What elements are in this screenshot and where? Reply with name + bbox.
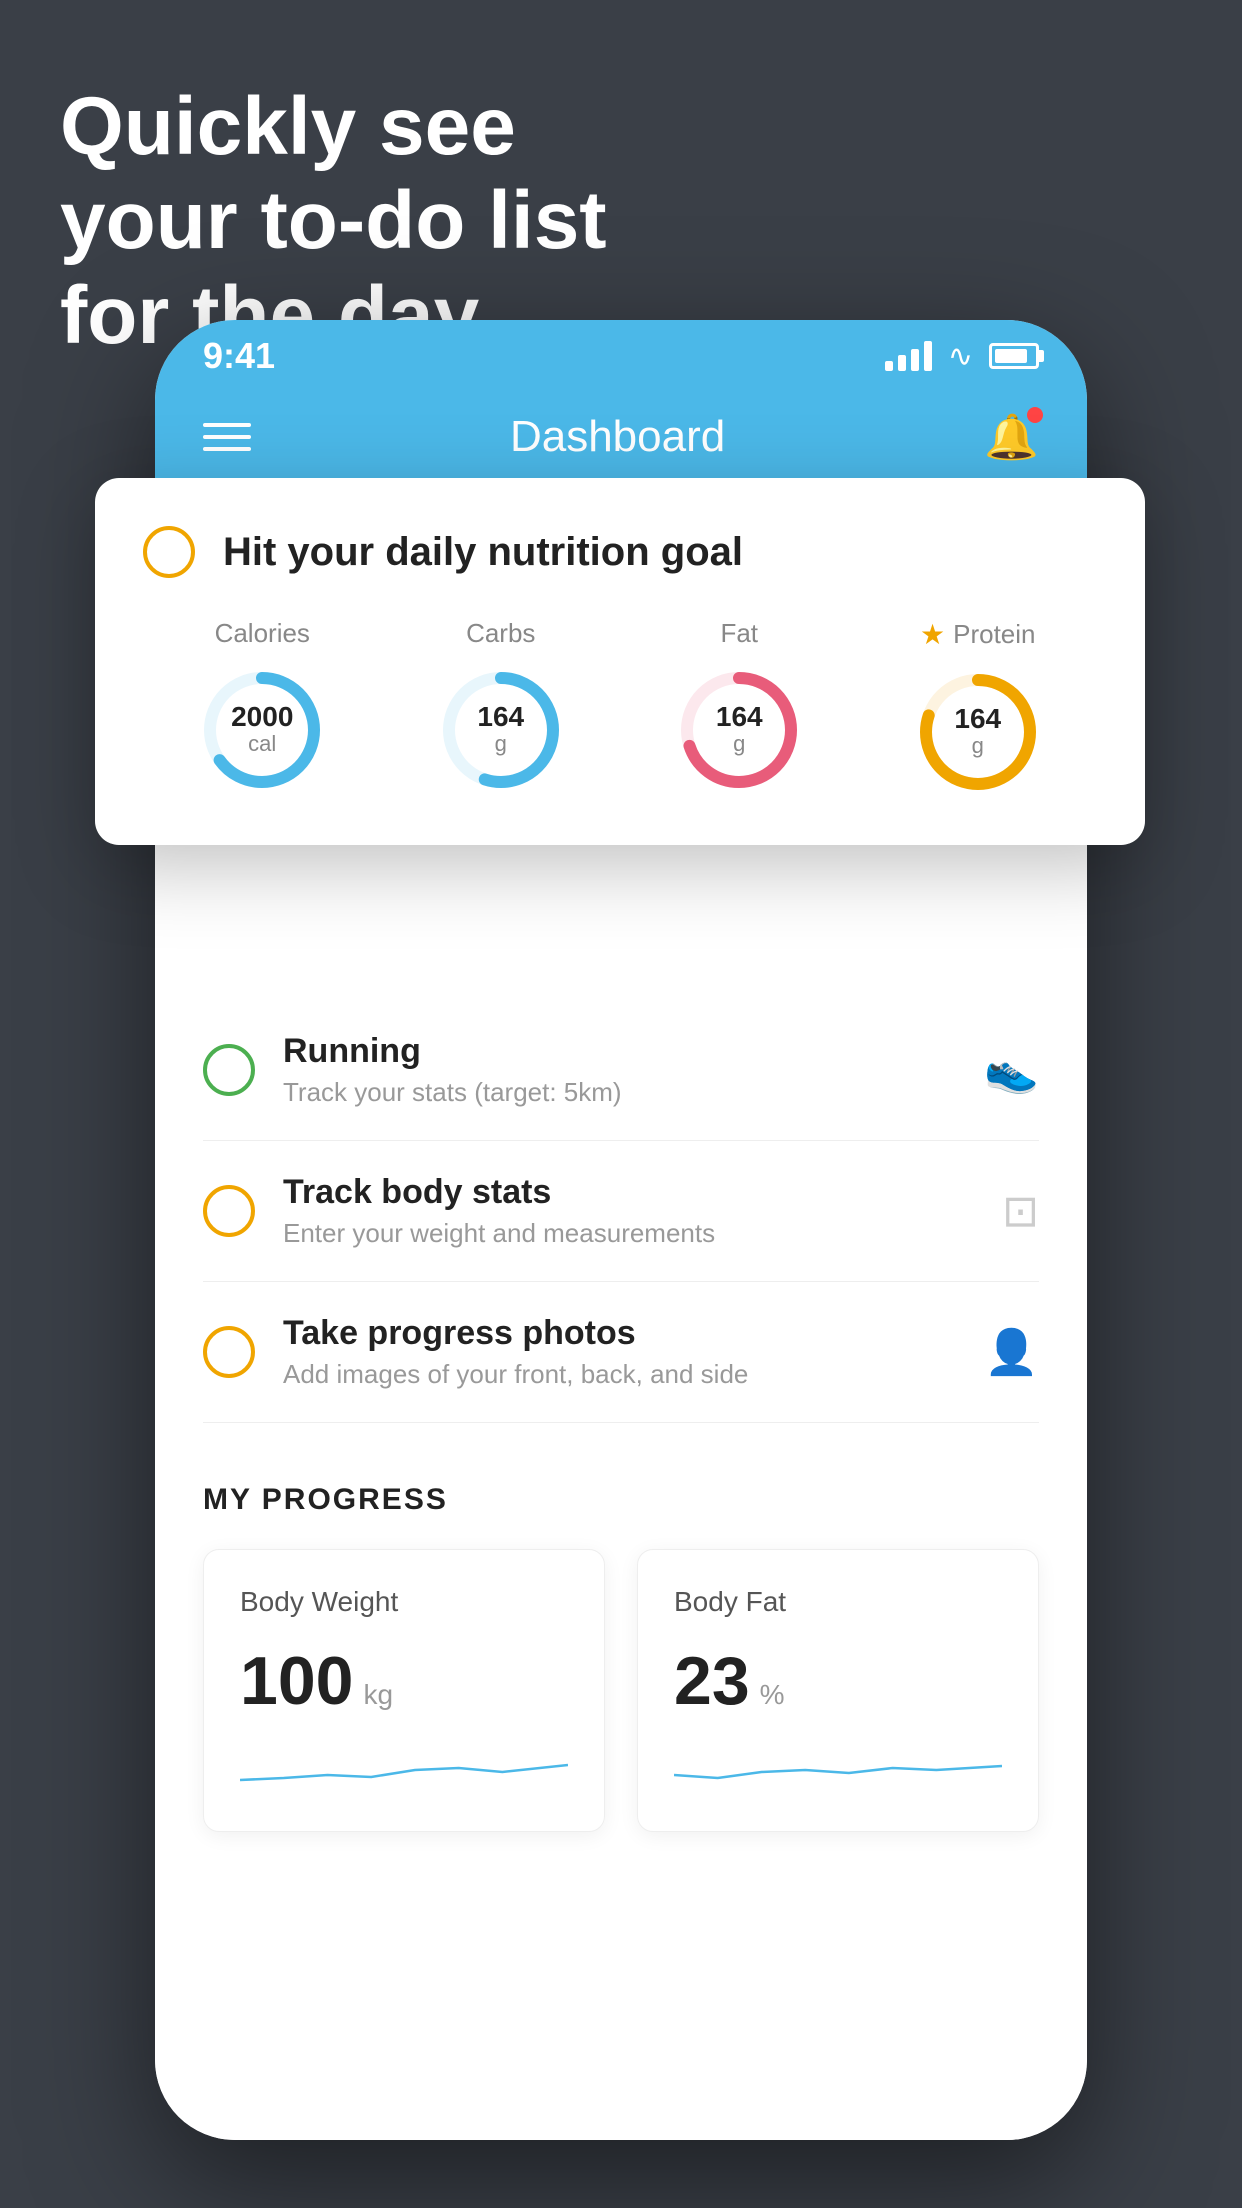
hamburger-menu[interactable] xyxy=(203,423,251,451)
nav-bar: Dashboard 🔔 xyxy=(155,392,1087,482)
signal-icon xyxy=(885,341,932,371)
todo-list: Running Track your stats (target: 5km) 👟… xyxy=(155,1000,1087,1423)
running-icon: 👟 xyxy=(984,1044,1039,1096)
todo-title-body-stats: Track body stats xyxy=(283,1173,974,1212)
star-icon: ★ xyxy=(920,618,945,651)
carbs-label: Carbs xyxy=(466,618,535,649)
body-weight-sparkline xyxy=(240,1740,568,1790)
body-fat-unit: % xyxy=(760,1679,785,1711)
fat-ring: 164 g xyxy=(674,665,804,795)
body-fat-value: 23 xyxy=(674,1642,750,1720)
nutrition-card-title: Hit your daily nutrition goal xyxy=(223,530,743,575)
progress-header: MY PROGRESS xyxy=(203,1483,1039,1517)
todo-text-photos: Take progress photos Add images of your … xyxy=(283,1314,956,1390)
calories-ring: 2000 cal xyxy=(197,665,327,795)
body-fat-card[interactable]: Body Fat 23 % xyxy=(637,1549,1039,1832)
battery-icon xyxy=(989,343,1039,369)
todo-item-photos[interactable]: Take progress photos Add images of your … xyxy=(203,1282,1039,1423)
wifi-icon: ∿ xyxy=(948,339,973,374)
notification-dot xyxy=(1027,407,1043,423)
nutrition-checkbox[interactable] xyxy=(143,526,195,578)
fat-label: Fat xyxy=(720,618,758,649)
carbs-value: 164 g xyxy=(477,703,524,757)
notification-bell-icon[interactable]: 🔔 xyxy=(984,411,1039,463)
body-weight-card[interactable]: Body Weight 100 kg xyxy=(203,1549,605,1832)
progress-cards: Body Weight 100 kg Body Fat 23 % xyxy=(203,1549,1039,1832)
nav-title: Dashboard xyxy=(510,412,725,462)
fat-value: 164 g xyxy=(716,703,763,757)
nutrition-protein: ★ Protein 164 g xyxy=(913,618,1043,797)
body-fat-title: Body Fat xyxy=(674,1586,1002,1618)
body-weight-title: Body Weight xyxy=(240,1586,568,1618)
todo-title-running: Running xyxy=(283,1032,956,1071)
calories-label: Calories xyxy=(215,618,310,649)
nutrition-calories: Calories 2000 cal xyxy=(197,618,327,795)
body-weight-unit: kg xyxy=(363,1679,393,1711)
protein-ring: 164 g xyxy=(913,667,1043,797)
todo-text-body-stats: Track body stats Enter your weight and m… xyxy=(283,1173,974,1249)
nutrition-card: Hit your daily nutrition goal Calories 2… xyxy=(95,478,1145,845)
progress-section: MY PROGRESS Body Weight 100 kg Body Fat … xyxy=(155,1423,1087,1872)
nutrition-row: Calories 2000 cal Carbs xyxy=(143,618,1097,797)
body-weight-value: 100 xyxy=(240,1642,353,1720)
calories-value: 2000 cal xyxy=(231,703,293,757)
body-fat-value-row: 23 % xyxy=(674,1642,1002,1720)
todo-checkbox-body-stats[interactable] xyxy=(203,1185,255,1237)
protein-label: ★ Protein xyxy=(920,618,1036,651)
todo-checkbox-photos[interactable] xyxy=(203,1326,255,1378)
todo-item-body-stats[interactable]: Track body stats Enter your weight and m… xyxy=(203,1141,1039,1282)
todo-text-running: Running Track your stats (target: 5km) xyxy=(283,1032,956,1108)
todo-title-photos: Take progress photos xyxy=(283,1314,956,1353)
body-fat-sparkline xyxy=(674,1740,1002,1790)
todo-subtitle-body-stats: Enter your weight and measurements xyxy=(283,1218,974,1249)
status-time: 9:41 xyxy=(203,335,275,377)
status-bar: 9:41 ∿ xyxy=(155,320,1087,392)
card-title-row: Hit your daily nutrition goal xyxy=(143,526,1097,578)
carbs-ring: 164 g xyxy=(436,665,566,795)
protein-value: 164 g xyxy=(954,705,1001,759)
scale-icon: ⊡ xyxy=(1002,1186,1039,1237)
todo-checkbox-running[interactable] xyxy=(203,1044,255,1096)
nutrition-carbs: Carbs 164 g xyxy=(436,618,566,795)
photo-icon: 👤 xyxy=(984,1326,1039,1378)
body-weight-value-row: 100 kg xyxy=(240,1642,568,1720)
todo-subtitle-running: Track your stats (target: 5km) xyxy=(283,1077,956,1108)
todo-subtitle-photos: Add images of your front, back, and side xyxy=(283,1359,956,1390)
status-icons: ∿ xyxy=(885,339,1039,374)
nutrition-fat: Fat 164 g xyxy=(674,618,804,795)
todo-item-running[interactable]: Running Track your stats (target: 5km) 👟 xyxy=(203,1000,1039,1141)
